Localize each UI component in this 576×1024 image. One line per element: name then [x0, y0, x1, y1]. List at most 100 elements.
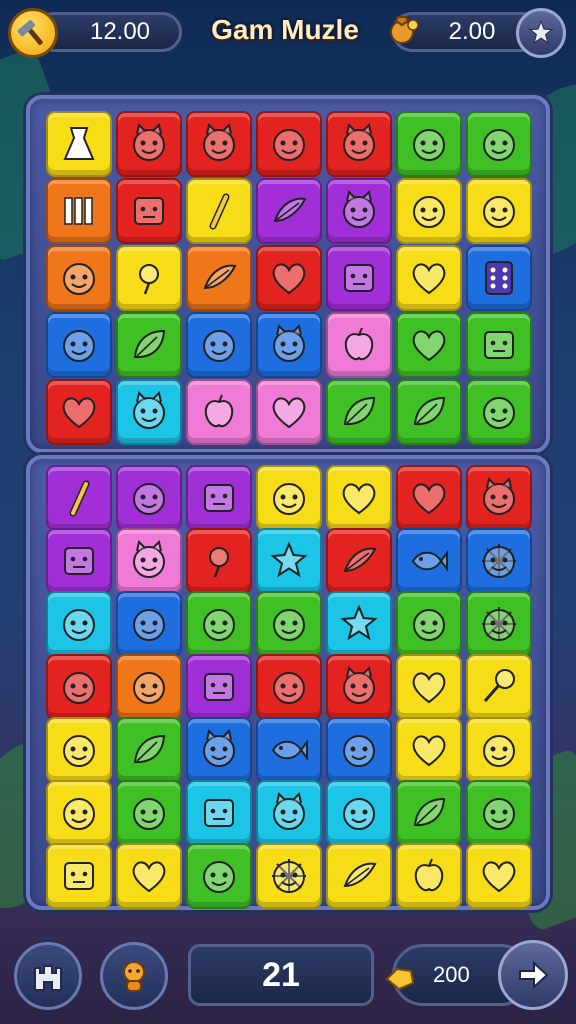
- board-tile[interactable]: [466, 591, 532, 657]
- heart-icon: [412, 483, 446, 515]
- castle-button[interactable]: [14, 942, 82, 1010]
- board-tile[interactable]: [396, 780, 462, 846]
- sun-face-icon: [272, 859, 306, 893]
- board-tile[interactable]: [256, 717, 322, 783]
- board-tile[interactable]: [396, 528, 462, 594]
- board-tile[interactable]: [116, 379, 182, 445]
- board-tile[interactable]: [116, 245, 182, 311]
- board-tile[interactable]: [466, 245, 532, 311]
- board-tile[interactable]: [116, 780, 182, 846]
- board-tile[interactable]: [396, 717, 462, 783]
- board-tile[interactable]: [256, 528, 322, 594]
- board-tile[interactable]: [116, 465, 182, 531]
- board-tile[interactable]: [396, 843, 462, 909]
- board-tile[interactable]: [326, 465, 392, 531]
- board-tile[interactable]: [396, 178, 462, 244]
- smiley-icon: [413, 129, 445, 161]
- board-tile[interactable]: [186, 591, 252, 657]
- board-tile[interactable]: [396, 379, 462, 445]
- board-tile[interactable]: [256, 312, 322, 378]
- board-tile[interactable]: [466, 843, 532, 909]
- board-tile[interactable]: [326, 245, 392, 311]
- board-tile[interactable]: [256, 654, 322, 720]
- board-tile[interactable]: [186, 717, 252, 783]
- board-tile[interactable]: [186, 528, 252, 594]
- board-tile[interactable]: [466, 528, 532, 594]
- board-tile[interactable]: [256, 591, 322, 657]
- board-tile[interactable]: [46, 111, 112, 177]
- board-tile[interactable]: [256, 780, 322, 846]
- board-tile[interactable]: [116, 843, 182, 909]
- shell-icon: [133, 329, 166, 359]
- board-tile[interactable]: [116, 654, 182, 720]
- board-tile[interactable]: [186, 178, 252, 244]
- board-tile[interactable]: [466, 111, 532, 177]
- board-tile[interactable]: [396, 465, 462, 531]
- board-tile[interactable]: [256, 111, 322, 177]
- board-tile[interactable]: [186, 843, 252, 909]
- board-tile[interactable]: [186, 111, 252, 177]
- board-tile[interactable]: [46, 379, 112, 445]
- board-tile[interactable]: [116, 528, 182, 594]
- board-tile[interactable]: [396, 111, 462, 177]
- board-tile[interactable]: [326, 111, 392, 177]
- top-bar: 12.00 Gam Muzle 2.00: [0, 0, 576, 70]
- board-tile[interactable]: [46, 654, 112, 720]
- top-board-grid: [30, 99, 546, 449]
- board-tile[interactable]: [46, 717, 112, 783]
- board-tile[interactable]: [256, 178, 322, 244]
- board-tile[interactable]: [46, 591, 112, 657]
- board-tile[interactable]: [186, 465, 252, 531]
- board-tile[interactable]: [396, 245, 462, 311]
- board-tile[interactable]: [46, 465, 112, 531]
- box-face-icon: [204, 484, 234, 512]
- board-tile[interactable]: [256, 379, 322, 445]
- board-tile[interactable]: [326, 780, 392, 846]
- next-button[interactable]: [498, 940, 568, 1010]
- board-tile[interactable]: [186, 379, 252, 445]
- board-tile[interactable]: [46, 312, 112, 378]
- cat-face-icon: [203, 123, 235, 161]
- board-tile[interactable]: [256, 245, 322, 311]
- board-tile[interactable]: [326, 654, 392, 720]
- character-button[interactable]: [100, 942, 168, 1010]
- board-tile[interactable]: [396, 312, 462, 378]
- board-tile[interactable]: [116, 591, 182, 657]
- strawberry-face-icon: [63, 798, 95, 830]
- board-tile[interactable]: [326, 312, 392, 378]
- board-tile[interactable]: [326, 843, 392, 909]
- board-tile[interactable]: [186, 654, 252, 720]
- board-tile[interactable]: [326, 591, 392, 657]
- board-tile[interactable]: [326, 379, 392, 445]
- board-tile[interactable]: [396, 591, 462, 657]
- board-tile[interactable]: [326, 717, 392, 783]
- board-tile[interactable]: [396, 654, 462, 720]
- board-tile[interactable]: [466, 379, 532, 445]
- board-tile[interactable]: [116, 178, 182, 244]
- board-tile[interactable]: [466, 312, 532, 378]
- board-tile[interactable]: [186, 245, 252, 311]
- monster-face-icon: [273, 324, 305, 362]
- board-tile[interactable]: [116, 312, 182, 378]
- board-tile[interactable]: [46, 245, 112, 311]
- settings-button[interactable]: [516, 8, 566, 58]
- board-tile[interactable]: [46, 178, 112, 244]
- board-tile[interactable]: [326, 528, 392, 594]
- hammer-button[interactable]: [8, 8, 58, 58]
- board-tile[interactable]: [46, 780, 112, 846]
- tomato-icon: [203, 609, 235, 641]
- board-tile[interactable]: [466, 465, 532, 531]
- board-tile[interactable]: [46, 843, 112, 909]
- board-tile[interactable]: [186, 312, 252, 378]
- board-tile[interactable]: [46, 528, 112, 594]
- board-tile[interactable]: [116, 111, 182, 177]
- board-tile[interactable]: [466, 178, 532, 244]
- board-tile[interactable]: [116, 717, 182, 783]
- board-tile[interactable]: [466, 654, 532, 720]
- board-tile[interactable]: [186, 780, 252, 846]
- board-tile[interactable]: [256, 465, 322, 531]
- board-tile[interactable]: [256, 843, 322, 909]
- board-tile[interactable]: [466, 780, 532, 846]
- board-tile[interactable]: [466, 717, 532, 783]
- board-tile[interactable]: [326, 178, 392, 244]
